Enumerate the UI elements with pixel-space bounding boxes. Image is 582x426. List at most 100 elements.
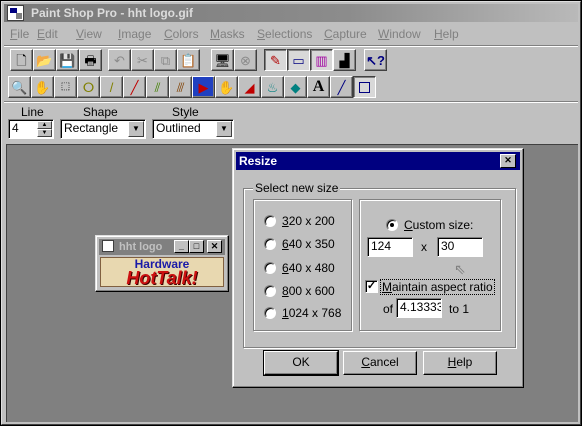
menu-help[interactable]: Help bbox=[434, 24, 459, 44]
menu-edit[interactable]: Edit bbox=[37, 24, 58, 44]
menu-file[interactable]: File bbox=[10, 24, 29, 44]
flood-fill-icon[interactable]: ♨ bbox=[261, 76, 284, 98]
close-icon[interactable]: ✕ bbox=[500, 154, 516, 168]
chevron-down-icon[interactable]: ▼ bbox=[216, 121, 232, 137]
color-replacer-icon[interactable]: ⫻ bbox=[169, 76, 192, 98]
shape-dropdown[interactable]: Rectangle ▼ bbox=[60, 119, 146, 139]
print-icon[interactable]: 🖶 bbox=[79, 49, 102, 71]
spin-up-icon[interactable]: ▲ bbox=[37, 121, 52, 129]
toolbar-separator bbox=[4, 101, 578, 103]
selection-rect-icon[interactable]: ⬚ bbox=[54, 76, 77, 98]
menu-capture[interactable]: Capture bbox=[324, 24, 367, 44]
cut-scissors-icon[interactable]: ✂ bbox=[131, 49, 154, 71]
preset-1024-radio[interactable] bbox=[264, 307, 276, 319]
text-icon[interactable]: A bbox=[307, 76, 330, 98]
menu-window[interactable]: Window bbox=[378, 24, 421, 44]
preset-800-label[interactable]: 800 x 600 bbox=[282, 284, 335, 298]
preset-320-label[interactable]: 320 x 200 bbox=[282, 214, 335, 228]
custom-size-radio[interactable] bbox=[386, 219, 398, 231]
context-help-icon[interactable]: ↖? bbox=[364, 49, 387, 71]
preset-640-480-label[interactable]: 640 x 480 bbox=[282, 261, 335, 275]
preset-800-radio[interactable] bbox=[264, 285, 276, 297]
of-label: of bbox=[383, 302, 394, 316]
menu-bar: File Edit View Image Colors Masks Select… bbox=[4, 24, 578, 44]
times-label: x bbox=[421, 240, 427, 254]
resize-dialog-titlebar[interactable]: Resize bbox=[236, 152, 520, 170]
ok-button[interactable]: OK bbox=[263, 350, 339, 376]
line-width-value: 4 bbox=[12, 121, 19, 135]
shape-icon[interactable] bbox=[353, 76, 376, 98]
maximize-icon[interactable]: □ bbox=[189, 240, 204, 253]
image-doc-icon[interactable] bbox=[102, 240, 114, 252]
logo-line-2: HotTalk! bbox=[126, 268, 198, 287]
eraser-tool-icon[interactable]: ◢ bbox=[238, 76, 261, 98]
close-icon[interactable]: ✕ bbox=[207, 240, 222, 253]
maintain-aspect-label[interactable]: Maintain aspect ratio bbox=[380, 279, 495, 295]
hand-pan-icon[interactable]: ✋ bbox=[31, 76, 54, 98]
menu-image[interactable]: Image bbox=[118, 24, 151, 44]
new-file-icon[interactable]: 🗋 bbox=[10, 49, 33, 71]
title-bar[interactable]: Paint Shop Pro - hht logo.gif bbox=[4, 4, 578, 22]
aspect-ratio-value: 4.13333 bbox=[400, 300, 442, 314]
preset-640-480-radio[interactable] bbox=[264, 262, 276, 274]
line-icon[interactable]: ╱ bbox=[330, 76, 353, 98]
help-button[interactable]: Help bbox=[423, 351, 497, 375]
custom-size-label[interactable]: Custom size: bbox=[404, 218, 473, 232]
mouse-cursor-icon: ⇖ bbox=[454, 261, 466, 277]
paintbrush-icon[interactable]: ╱ bbox=[123, 76, 146, 98]
undo-icon[interactable]: ↶ bbox=[108, 49, 131, 71]
to-one-label: to 1 bbox=[449, 302, 470, 316]
window-title: Paint Shop Pro - hht logo.gif bbox=[31, 6, 193, 20]
clone-brush-icon[interactable]: ⫽ bbox=[146, 76, 169, 98]
line-width-spinner[interactable]: 4 ▲ ▼ bbox=[8, 119, 54, 139]
style-label: Style bbox=[172, 105, 199, 119]
height-input[interactable]: 30 bbox=[437, 237, 483, 257]
resize-dialog[interactable]: Resize ✕ Select new size 320 x 200 640 x… bbox=[232, 148, 524, 388]
full-screen-icon[interactable]: 🖥 bbox=[211, 49, 234, 71]
eraser-icon[interactable]: ✋ bbox=[215, 76, 238, 98]
style-bar-toggle-icon[interactable]: ▥ bbox=[310, 49, 333, 71]
preset-640-350-label[interactable]: 640 x 350 bbox=[282, 237, 335, 251]
image-window-title: hht logo bbox=[119, 241, 163, 253]
preset-640-350-radio[interactable] bbox=[264, 238, 276, 250]
gradient-icon[interactable]: ◆ bbox=[284, 76, 307, 98]
dialog-title: Resize bbox=[239, 154, 278, 168]
histogram-icon[interactable]: ▟ bbox=[333, 49, 356, 71]
stop-icon[interactable]: ⊗ bbox=[234, 49, 257, 71]
line-label: Line bbox=[21, 105, 44, 119]
menu-masks[interactable]: Masks bbox=[210, 24, 245, 44]
copy-icon[interactable]: ⧉ bbox=[154, 49, 177, 71]
preset-1024-label[interactable]: 1024 x 768 bbox=[282, 306, 341, 320]
menu-colors[interactable]: Colors bbox=[164, 24, 199, 44]
image-window[interactable]: hht logo _ □ ✕ Hardware HotTalk! bbox=[95, 235, 229, 292]
standard-toolbar: 🗋 📂 💾 🖶 ↶ ✂ ⧉ 📋 🖥 ⊗ ✎ ▭ ▥ ▟ ↖? bbox=[2, 49, 402, 73]
toolbar-toggle-icon[interactable]: ▭ bbox=[287, 49, 310, 71]
height-value: 30 bbox=[441, 239, 455, 253]
style-dropdown[interactable]: Outlined ▼ bbox=[152, 119, 234, 139]
save-disk-icon[interactable]: 💾 bbox=[56, 49, 79, 71]
dropper-icon[interactable]: / bbox=[100, 76, 123, 98]
width-input[interactable]: 124 bbox=[367, 237, 413, 257]
zoom-icon[interactable]: 🔍 bbox=[8, 76, 31, 98]
tool-palette: 🔍 ✋ ⬚ ⵔ / ╱ ⫽ ⫻ ▶ ✋ ◢ ♨ ◆ A ╱ bbox=[2, 76, 402, 100]
open-folder-icon[interactable]: 📂 bbox=[33, 49, 56, 71]
retouch-icon[interactable]: ▶ bbox=[192, 76, 215, 98]
maintain-aspect-checkbox[interactable]: ✓ bbox=[365, 280, 378, 293]
preset-320-radio[interactable] bbox=[264, 215, 276, 227]
paint-shop-pro-app-icon[interactable] bbox=[7, 5, 24, 21]
chevron-down-icon[interactable]: ▼ bbox=[128, 121, 144, 137]
color-palette-icon[interactable]: ✎ bbox=[264, 49, 287, 71]
group-label: Select new size bbox=[253, 181, 341, 195]
menu-selections[interactable]: Selections bbox=[257, 24, 312, 44]
menu-view[interactable]: View bbox=[76, 24, 102, 44]
menu-separator bbox=[4, 45, 578, 47]
main-window: Paint Shop Pro - hht logo.gif File Edit … bbox=[1, 1, 581, 425]
paste-icon[interactable]: 📋 bbox=[177, 49, 200, 71]
cancel-button[interactable]: Cancel bbox=[343, 351, 417, 375]
shape-label: Shape bbox=[83, 105, 118, 119]
aspect-ratio-input[interactable]: 4.13333 bbox=[396, 298, 442, 318]
style-value: Outlined bbox=[156, 121, 201, 135]
minimize-icon[interactable]: _ bbox=[174, 240, 189, 253]
lasso-icon[interactable]: ⵔ bbox=[77, 76, 100, 98]
spin-down-icon[interactable]: ▼ bbox=[37, 129, 52, 137]
